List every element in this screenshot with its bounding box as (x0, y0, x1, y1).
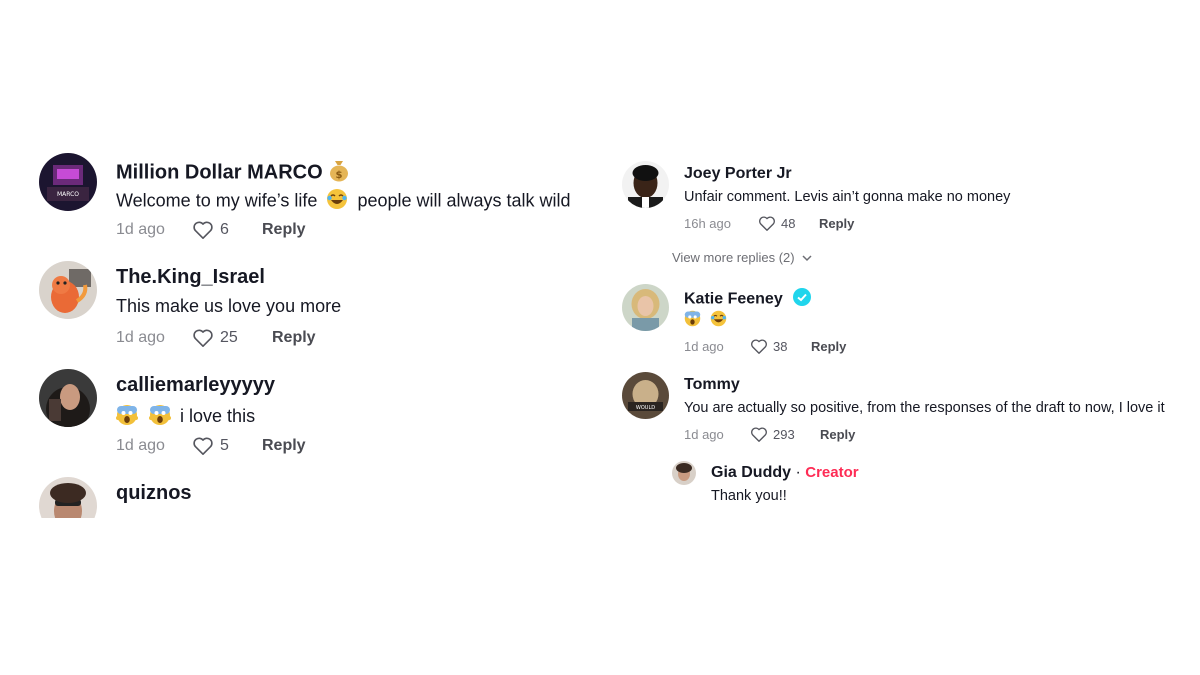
screaming-face-icon (116, 404, 138, 431)
comment-meta: 1d ago 5 Reply (116, 436, 306, 456)
creator-label: Creator (805, 464, 859, 481)
heart-icon[interactable] (192, 220, 214, 240)
like-button[interactable]: 25 (192, 328, 272, 348)
reply-button[interactable]: Reply (811, 339, 846, 354)
avatar[interactable] (39, 477, 97, 518)
heart-icon[interactable] (758, 215, 776, 232)
like-button[interactable]: 5 (192, 436, 262, 456)
reply-button[interactable]: Reply (262, 221, 306, 239)
timestamp: 1d ago (116, 329, 165, 346)
laughing-tears-icon (710, 310, 727, 331)
like-count: 38 (773, 339, 788, 354)
like-count: 25 (220, 329, 238, 346)
like-count: 48 (781, 216, 796, 231)
timestamp: 1d ago (684, 339, 724, 354)
comment-username[interactable]: Katie Feeney (684, 288, 812, 311)
laughing-tears-icon (326, 188, 348, 215)
timestamp: 1d ago (116, 437, 165, 454)
comment-quiznos: quiznos (0, 464, 620, 518)
avatar[interactable] (672, 461, 696, 485)
comment-username[interactable]: calliemarleyyyyy (116, 374, 275, 397)
comment-katie-feeney: Katie Feeney 1d ago 38 Reply (610, 275, 1200, 365)
comment-text: Thank you!! (711, 488, 787, 504)
like-count: 5 (220, 437, 229, 454)
like-count: 6 (220, 221, 229, 238)
username-text[interactable]: Gia Duddy (711, 464, 791, 481)
timestamp: 1d ago (116, 221, 165, 238)
like-button[interactable]: 38 (750, 338, 811, 355)
view-more-label[interactable]: View more replies (2) (672, 250, 795, 265)
svg-text:$: $ (336, 170, 343, 181)
comment-meta: 1d ago 25 Reply (116, 328, 316, 348)
svg-text:MARCO: MARCO (57, 191, 79, 198)
comment-text-part: Welcome to my wife’s life (116, 190, 318, 211)
verified-badge-icon (793, 288, 812, 311)
comment-meta: 16h ago 48 Reply (684, 215, 854, 232)
like-count: 293 (773, 427, 795, 442)
separator-dot: · (795, 464, 801, 481)
avatar[interactable]: MARCO (39, 153, 97, 211)
chevron-down-icon[interactable] (801, 252, 813, 264)
comment-text: Unfair comment. Levis ain’t gonna make n… (684, 189, 1011, 205)
svg-text:WOULD: WOULD (636, 405, 655, 411)
comment-meta: 1d ago 38 Reply (684, 338, 846, 355)
comment-text: i love this (116, 404, 255, 431)
avatar[interactable] (622, 161, 669, 208)
heart-icon[interactable] (192, 436, 214, 456)
like-button[interactable]: 293 (750, 426, 820, 443)
comment-text: Welcome to my wife’s life people will al… (116, 188, 571, 215)
comment-meta: 1d ago 293 Reply (684, 426, 855, 443)
view-more-replies-button[interactable]: View more replies (2) (672, 250, 813, 265)
comment-text: This make us love you more (116, 296, 342, 316)
heart-icon[interactable] (192, 328, 214, 348)
username-text[interactable]: Million Dollar MARCO (116, 161, 323, 183)
timestamp: 16h ago (684, 216, 731, 231)
username-text[interactable]: Katie Feeney (684, 291, 783, 308)
avatar[interactable] (39, 369, 97, 427)
comment-username[interactable]: Gia Duddy · Creator (711, 464, 859, 482)
comment-text (684, 310, 727, 331)
avatar[interactable] (39, 261, 97, 319)
comment-text-part: people will always talk wild (357, 190, 571, 211)
comment-username[interactable]: The.King_Israel (116, 266, 265, 289)
comment-meta: 1d ago 6 Reply (116, 220, 306, 240)
comment-username[interactable]: quiznos (116, 482, 192, 505)
like-button[interactable]: 6 (192, 220, 262, 240)
comment-tommy: WOULD Tommy You are actually so positive… (610, 365, 1200, 455)
like-button[interactable]: 48 (758, 215, 819, 232)
comment-username[interactable]: Joey Porter Jr (684, 165, 792, 183)
comments-panel-right: Joey Porter Jr Unfair comment. Levis ain… (610, 150, 1200, 518)
heart-icon[interactable] (750, 426, 768, 443)
avatar[interactable]: WOULD (622, 372, 669, 419)
money-bag-icon: $ (328, 158, 350, 188)
avatar[interactable] (622, 284, 669, 331)
comment-username[interactable]: Million Dollar MARCO $ (116, 158, 350, 188)
reply-button[interactable]: Reply (819, 216, 854, 231)
comment-text: You are actually so positive, from the r… (684, 400, 1165, 416)
comments-panel-left: MARCO Million Dollar MARCO $ Welcome to … (0, 140, 620, 518)
heart-icon[interactable] (750, 338, 768, 355)
comment-username[interactable]: Tommy (684, 376, 740, 394)
comment-calliemarleyyyyy: calliemarleyyyyy i love this 1d ago 5 Re… (0, 356, 620, 466)
comment-the-king-israel: The.King_Israel This make us love you mo… (0, 248, 620, 358)
reply-button[interactable]: Reply (272, 329, 316, 347)
screaming-face-icon (149, 404, 172, 431)
comment-text-part: i love this (180, 406, 256, 427)
reply-button[interactable]: Reply (262, 437, 306, 455)
comment-joey-porter-jr: Joey Porter Jr Unfair comment. Levis ain… (610, 150, 1200, 245)
timestamp: 1d ago (684, 427, 724, 442)
reply-button[interactable]: Reply (820, 427, 855, 442)
creator-reply-gia-duddy: Gia Duddy · Creator Thank you!! (670, 455, 1200, 518)
comment-million-dollar-marco: MARCO Million Dollar MARCO $ Welcome to … (0, 140, 620, 250)
screaming-face-icon (684, 310, 701, 331)
